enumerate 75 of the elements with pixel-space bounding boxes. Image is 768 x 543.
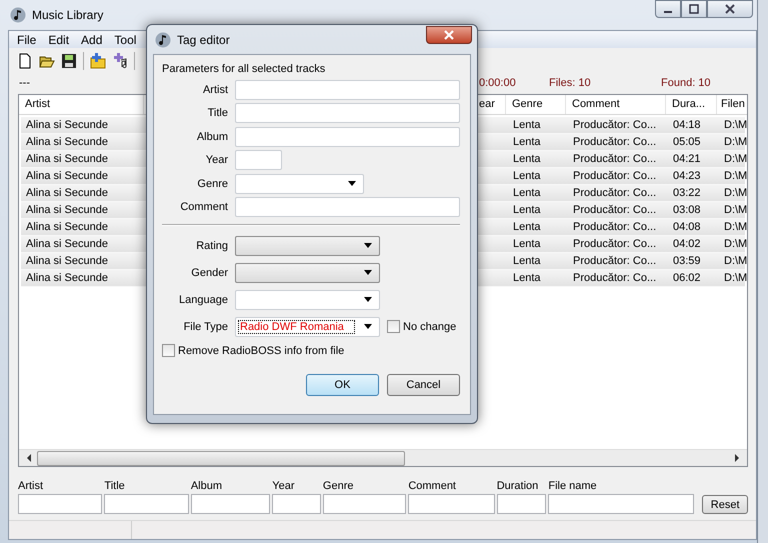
- table-cell-text: Producător: Co...: [572, 186, 658, 201]
- filter-label: Comment: [408, 480, 457, 492]
- table-cell-text: D:\M: [723, 118, 747, 133]
- table-cell-text: 06:02: [672, 271, 702, 286]
- table-cell-text: Lenta: [512, 169, 542, 184]
- table-cell-text: Lenta: [512, 186, 542, 201]
- field-label: Title: [206, 107, 229, 120]
- table-cell-text: Alina si Secunde: [25, 169, 109, 184]
- table-cell-text: Alina si Secunde: [25, 186, 109, 201]
- dialog-title: Tag editor: [177, 32, 230, 46]
- table-cell-text: Lenta: [512, 152, 542, 167]
- files-count: Files: 10: [549, 77, 591, 89]
- filter-label: Year: [272, 480, 296, 492]
- table-cell-text: 04:02: [672, 237, 702, 252]
- window-title: Music Library: [32, 8, 104, 22]
- field-label: Album: [196, 130, 229, 143]
- table-cell-text: Producător: Co...: [572, 203, 658, 218]
- filter-label: Album: [190, 480, 223, 492]
- table-cell-text: Producător: Co...: [572, 169, 658, 184]
- table-cell-text: Lenta: [512, 118, 542, 133]
- table-cell-text: Producător: Co...: [572, 135, 658, 150]
- table-cell-text: 04:18: [672, 118, 702, 133]
- table-cell-text: Alina si Secunde: [25, 203, 109, 218]
- table-cell-text: Lenta: [512, 254, 542, 269]
- field-label: Gender: [190, 266, 229, 278]
- table-cell-text: 03:22: [672, 186, 702, 201]
- table-cell-text: Producător: Co...: [572, 271, 658, 286]
- filter-label: Genre: [322, 480, 354, 492]
- table-cell-text: Alina si Secunde: [25, 254, 109, 269]
- field-label: Genre: [196, 178, 229, 190]
- table-cell-text: Alina si Secunde: [25, 152, 109, 167]
- field-label: Year: [204, 154, 229, 166]
- table-cell-text: Lenta: [512, 135, 542, 150]
- table-cell-text: D:\M: [723, 254, 747, 269]
- table-cell-text: 04:21: [672, 152, 702, 167]
- table-cell-text: Producător: Co...: [572, 220, 658, 235]
- field-label: Rating: [195, 240, 229, 252]
- filter-label: Title: [104, 480, 126, 492]
- total-time: 0:00:00: [479, 77, 516, 89]
- table-cell-text: Alina si Secunde: [25, 271, 109, 286]
- section-heading: Parameters for all selected tracks: [162, 63, 326, 75]
- table-cell-text: 05:05: [672, 135, 702, 150]
- table-cell-text: Lenta: [512, 203, 542, 218]
- field-label: File Type: [182, 320, 229, 332]
- field-label: Comment: [179, 201, 229, 214]
- table-cell-text: Lenta: [512, 237, 542, 252]
- table-cell-text: 03:59: [672, 254, 702, 269]
- table-cell-text: D:\M: [723, 135, 747, 150]
- table-cell-text: D:\M: [723, 271, 747, 286]
- table-cell-text: Alina si Secunde: [25, 118, 109, 133]
- field-label: Artist: [202, 84, 229, 96]
- table-cell-text: D:\M: [723, 152, 747, 167]
- table-cell-text: Producător: Co...: [572, 254, 658, 269]
- table-cell-text: D:\M: [723, 220, 747, 235]
- table-cell-text: Producător: Co...: [572, 118, 658, 133]
- table-cell-text: 04:23: [672, 169, 702, 184]
- status-label: ---: [19, 77, 30, 89]
- filter-label: File name: [548, 480, 598, 492]
- filter-label: Duration: [496, 480, 540, 492]
- table-cell-text: 04:08: [672, 220, 702, 235]
- table-cell-text: Producător: Co...: [572, 152, 658, 167]
- table-cell-text: Lenta: [512, 271, 542, 286]
- table-cell-text: D:\M: [723, 237, 747, 252]
- table-cell-text: Alina si Secunde: [25, 135, 109, 150]
- table-cell-text: Alina si Secunde: [25, 220, 109, 235]
- table-cell-text: 03:08: [672, 203, 702, 218]
- table-cell-text: D:\M: [723, 186, 747, 201]
- found-count: Found: 10: [661, 77, 711, 89]
- table-cell-text: D:\M: [723, 169, 747, 184]
- table-cell-text: Alina si Secunde: [25, 237, 109, 252]
- table-cell-text: Lenta: [512, 220, 542, 235]
- field-label: Language: [178, 294, 229, 306]
- table-cell-text: Producător: Co...: [572, 237, 658, 252]
- filter-label: Artist: [18, 480, 44, 492]
- table-cell-text: D:\M: [723, 203, 747, 218]
